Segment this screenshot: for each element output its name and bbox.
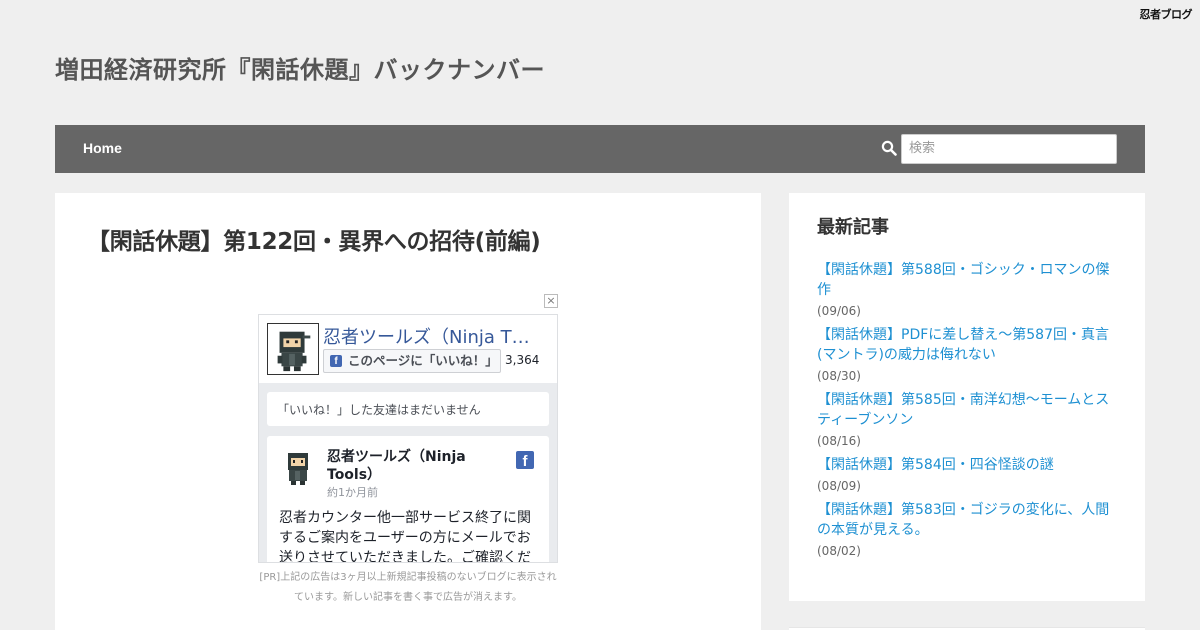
recent-post-link[interactable]: 【閑話休題】第583回・ゴジラの変化に、人間の本質が見える。 (817, 500, 1117, 540)
fb-friends-liked-text: 「いいね！」した友達はまだいません (267, 392, 549, 426)
recent-posts-list: 【閑話休題】第588回・ゴシック・ロマンの傑作 (09/06) 【閑話休題】PD… (817, 260, 1117, 565)
recent-post-date: (08/09) (817, 479, 861, 493)
facebook-logo-icon[interactable]: f (516, 451, 534, 470)
search-icon[interactable] (881, 140, 897, 156)
fb-like-page-button[interactable]: f このページに「いいね！」 (323, 349, 501, 373)
fb-page-name-link[interactable]: 忍者ツールズ（Ninja T… (323, 323, 533, 349)
recent-post-link[interactable]: 【閑話休題】第588回・ゴシック・ロマンの傑作 (817, 260, 1117, 300)
list-item: 【閑話休題】第585回・南洋幻想〜モームとスティーブンソン (08/16) (817, 390, 1117, 449)
fb-post-card: 忍者ツールズ（Ninja Tools） 約1か月前 f 忍者カウンター他一部サー… (267, 436, 549, 563)
recent-post-link[interactable]: 【閑話休題】PDFに差し替え〜第587回・真言(マントラ)の威力は侮れない (817, 325, 1117, 365)
recent-post-link[interactable]: 【閑話休題】第584回・四谷怪談の謎 (817, 455, 1117, 475)
ninja-avatar-icon[interactable] (267, 323, 319, 375)
facebook-page-widget: 忍者ツールズ（Ninja T… f このページに「いいね！」 3,364 「いい… (258, 314, 558, 563)
recent-post-date: (08/16) (817, 434, 861, 448)
sidebar-recent-posts: 最新記事 【閑話休題】第588回・ゴシック・ロマンの傑作 (09/06) 【閑話… (789, 193, 1145, 601)
fb-post-timestamp[interactable]: 約1か月前 (327, 484, 378, 500)
article-title[interactable]: 【閑話休題】第122回・異界への招待(前編) (87, 222, 541, 256)
ninja-post-avatar-icon[interactable] (279, 448, 319, 488)
facebook-f-icon: f (330, 355, 342, 367)
ad-notice-text: [PR]上記の広告は3ヶ月以上新規記事投稿のないブログに表示されています。新しい… (259, 572, 557, 603)
fb-post-author[interactable]: 忍者ツールズ（Ninja Tools） (327, 448, 477, 484)
fb-like-button-label: このページに「いいね！」 (348, 353, 498, 368)
ad-close-button[interactable]: × (544, 294, 558, 308)
search-input[interactable]: 検索 (901, 134, 1117, 164)
recent-post-date: (08/30) (817, 369, 861, 383)
fb-post-body: 忍者カウンター他一部サービス終了に関するご案内をユーザーの方にメールでお送りさせ… (279, 510, 531, 563)
nav-home-link[interactable]: Home (83, 140, 122, 156)
list-item: 【閑話休題】第583回・ゴジラの変化に、人間の本質が見える。 (08/02) (817, 500, 1117, 559)
recent-post-date: (09/06) (817, 304, 861, 318)
recent-post-date: (08/02) (817, 544, 861, 558)
ninja-blog-logo[interactable]: 忍者ブログ (1140, 6, 1193, 22)
site-title[interactable]: 増田経済研究所『閑話休題』バックナンバー (55, 50, 545, 85)
list-item: 【閑話休題】PDFに差し替え〜第587回・真言(マントラ)の威力は侮れない (0… (817, 325, 1117, 384)
recent-post-link[interactable]: 【閑話休題】第585回・南洋幻想〜モームとスティーブンソン (817, 390, 1117, 430)
recent-posts-title: 最新記事 (817, 217, 889, 238)
main-content: 【閑話休題】第122回・異界への招待(前編) × 忍者ツールズ（Ninja T…… (55, 193, 761, 630)
navbar: Home 検索 (55, 125, 1145, 173)
list-item: 【閑話休題】第584回・四谷怪談の謎 (08/09) (817, 455, 1117, 494)
fb-widget-header: 忍者ツールズ（Ninja T… f このページに「いいね！」 3,364 (259, 315, 557, 383)
list-item: 【閑話休題】第588回・ゴシック・ロマンの傑作 (09/06) (817, 260, 1117, 319)
fb-like-count: 3,364 (505, 353, 540, 367)
